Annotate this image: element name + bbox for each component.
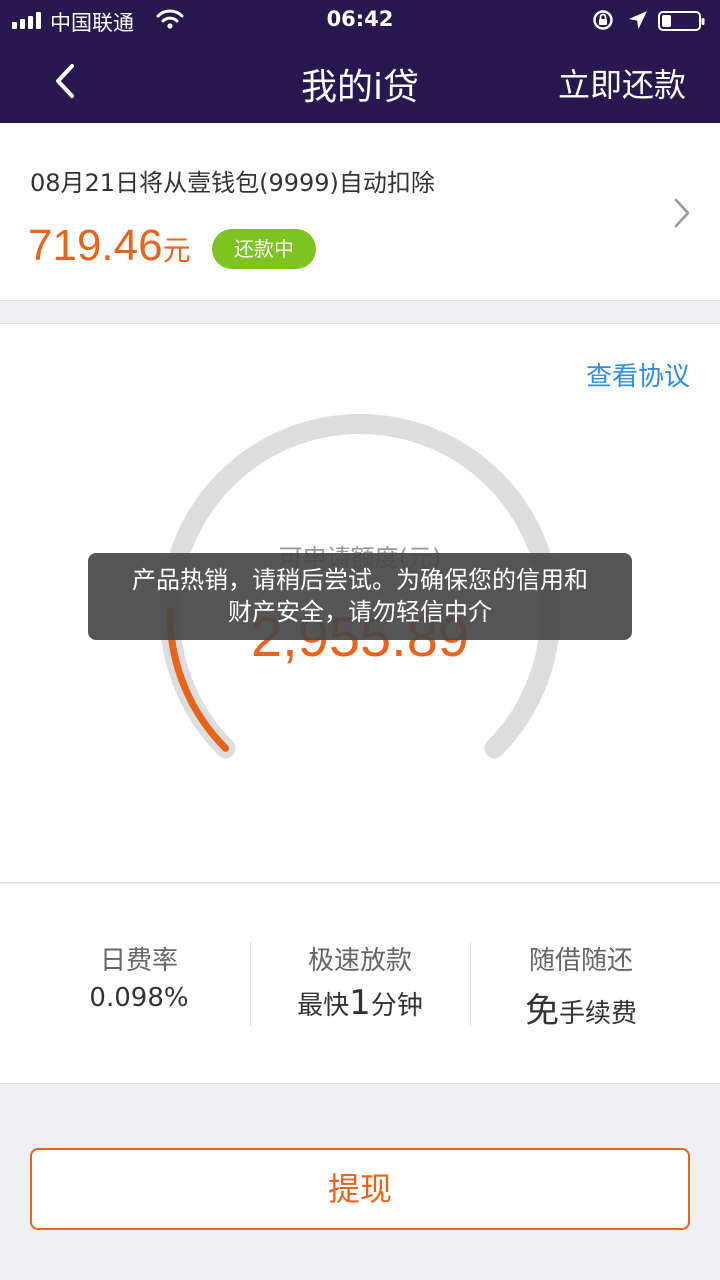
repayment-amount-unit: 元	[162, 235, 191, 266]
no-fee-suffix: 手续费	[558, 999, 637, 1029]
battery-icon	[658, 11, 705, 31]
repayment-schedule-text: 08月21日将从壹钱包(9999)自动扣除	[30, 169, 435, 197]
no-fee-value: 免手续费	[471, 983, 691, 1032]
repayment-amount-value: 719.46	[28, 221, 163, 270]
daily-rate-value: 0.098%	[89, 983, 189, 1013]
fast-loan-title: 极速放款	[307, 946, 412, 976]
feature-fast-loan: 极速放款 最快1分钟	[250, 940, 470, 1023]
status-bar: 中国联通 06:42	[0, 0, 720, 40]
feature-daily-rate: 日费率 0.098%	[29, 940, 249, 1013]
repayment-card[interactable]: 08月21日将从壹钱包(9999)自动扣除 719.46元 还款中	[0, 123, 720, 301]
fast-loan-value: 最快1分钟	[250, 983, 470, 1023]
chevron-right-icon[interactable]	[672, 196, 692, 230]
fast-loan-number: 1	[349, 983, 371, 1023]
repay-now-button[interactable]: 立即还款	[558, 60, 686, 106]
flexible-repay-title: 随借随还	[528, 946, 633, 976]
feature-flexible-repay: 随借随还 免手续费	[471, 940, 691, 1032]
fast-loan-prefix: 最快	[297, 991, 350, 1021]
fast-loan-suffix: 分钟	[370, 991, 423, 1021]
repayment-amount: 719.46元	[28, 221, 191, 271]
status-badge: 还款中	[212, 229, 316, 269]
rotation-lock-icon	[593, 10, 613, 30]
toast-line-1: 产品热销，请稍后尝试。为确保您的信用和	[132, 566, 588, 594]
toast-line-2: 财产安全，请勿轻信中介	[228, 598, 492, 626]
daily-rate-title: 日费率	[99, 946, 178, 976]
location-arrow-icon	[629, 11, 647, 29]
header: 中国联通 06:42 我的i贷 立即还款	[0, 0, 720, 123]
withdraw-button[interactable]: 提现	[30, 1148, 690, 1230]
features-panel: 日费率 0.098% 极速放款 最快1分钟 随借随还 免手续费	[0, 884, 720, 1084]
view-agreement-link[interactable]: 查看协议	[586, 356, 690, 393]
toast-message: 产品热销，请稍后尝试。为确保您的信用和 财产安全，请勿轻信中介	[88, 553, 632, 640]
no-fee-prefix: 免	[524, 991, 559, 1031]
